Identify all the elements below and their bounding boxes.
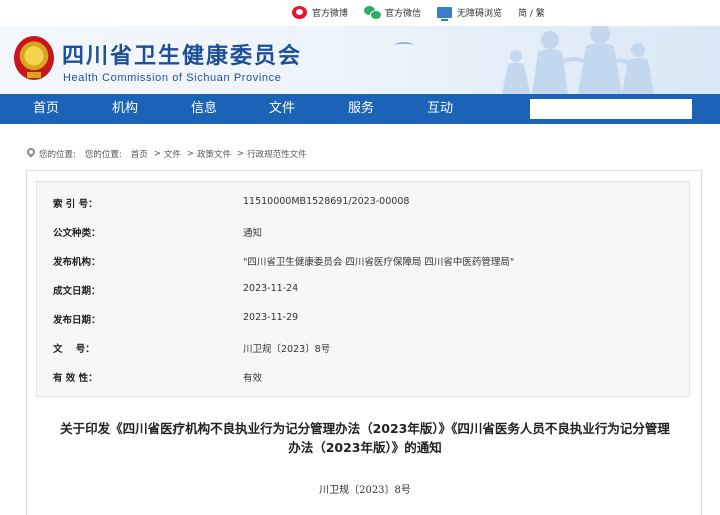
breadcrumb: 您的位置: 您的位置: 首页 > 文件 > 政策文件 > 行政规范性文件 — [26, 148, 310, 160]
site-title[interactable]: 四川省卫生健康委员会 — [62, 38, 302, 70]
metadata-row-index: 索 引 号： 11510000MB1528691/2023-00008 — [37, 188, 691, 217]
metadata-value: 2023-11-29 — [243, 312, 299, 323]
breadcrumb-item-home[interactable]: 首页 — [131, 148, 148, 160]
metadata-label: 公文种类： — [53, 228, 101, 239]
weibo-link-label: 官方微博 — [312, 9, 349, 19]
location-pin-icon — [26, 148, 36, 160]
document-metadata-table: 索 引 号： 11510000MB1528691/2023-00008 公文种类… — [36, 181, 690, 397]
metadata-label: 发布日期： — [53, 315, 101, 326]
bird-decoration — [395, 42, 413, 48]
national-emblem-logo — [14, 36, 54, 80]
metadata-label: 文 号： — [53, 344, 95, 355]
metadata-row-validity: 有 效 性： 有效 — [37, 362, 691, 391]
breadcrumb-item-normative-documents[interactable]: 行政规范性文件 — [247, 148, 307, 160]
accessibility-link[interactable]: 无障碍浏览 — [437, 6, 503, 21]
metadata-label: 成文日期： — [53, 286, 101, 297]
accessibility-icon — [437, 7, 453, 21]
nav-item-organization[interactable]: 机构 — [95, 94, 155, 124]
metadata-value: "四川省卫生健康委员会 四川省医疗保障局 四川省中医药管理局" — [243, 257, 515, 268]
metadata-row-publish-date: 发布日期： 2023-11-29 — [37, 304, 691, 333]
site-banner: 四川省卫生健康委员会 Health Commission of Sichuan … — [0, 26, 720, 94]
metadata-value: 川卫规〔2023〕8号 — [243, 344, 331, 355]
breadcrumb-separator: > — [153, 149, 161, 159]
weibo-link[interactable]: 官方微博 — [292, 6, 348, 19]
nav-item-interaction[interactable]: 互动 — [410, 94, 470, 124]
document-number: 川卫规〔2023〕8号 — [319, 485, 411, 496]
metadata-value: 有效 — [243, 373, 263, 384]
metadata-label: 索 引 号： — [53, 199, 98, 210]
metadata-row-written-date: 成文日期： 2023-11-24 — [37, 275, 691, 304]
metadata-value: 11510000MB1528691/2023-00008 — [243, 196, 410, 207]
nav-item-home[interactable]: 首页 — [16, 94, 76, 124]
site-subtitle: Health Commission of Sichuan Province — [63, 72, 282, 84]
nav-item-documents[interactable]: 文件 — [252, 94, 312, 124]
language-switch-label: 简 / 繁 — [518, 9, 545, 19]
language-switch[interactable]: 简 / 繁 — [518, 6, 545, 19]
top-utility-bar: 官方微博 官方微信 无障碍浏览 简 / 繁 — [0, 0, 720, 26]
breadcrumb-separator: > — [186, 149, 195, 159]
family-silhouette-decoration — [502, 26, 654, 94]
breadcrumb-separator: > — [237, 149, 245, 159]
wechat-icon — [364, 6, 383, 20]
metadata-value: 通知 — [243, 228, 263, 239]
wechat-link-label: 官方微信 — [385, 9, 422, 19]
metadata-label: 有 效 性： — [53, 373, 98, 384]
content-frame: 索 引 号： 11510000MB1528691/2023-00008 公文种类… — [26, 170, 702, 515]
metadata-value: 2023-11-24 — [243, 283, 299, 294]
accessibility-link-label: 无障碍浏览 — [457, 9, 503, 19]
document-title-line: 办法（2023年版）》的通知 — [288, 440, 442, 455]
nav-item-information[interactable]: 信息 — [174, 94, 234, 124]
metadata-row-doc-type: 公文种类： 通知 — [37, 217, 691, 246]
wechat-link[interactable]: 官方微信 — [364, 6, 422, 20]
search-input[interactable] — [530, 99, 692, 119]
document-title: 关于印发《四川省医疗机构不良执业行为记分管理办法（2023年版）》《四川省医务人… — [41, 419, 689, 457]
metadata-label: 发布机构： — [53, 257, 101, 268]
metadata-row-doc-number: 文 号： 川卫规〔2023〕8号 — [37, 333, 691, 362]
document-title-line: 关于印发《四川省医疗机构不良执业行为记分管理办法（2023年版）》《四川省医务人… — [60, 421, 670, 436]
top-links: 官方微博 官方微信 无障碍浏览 简 / 繁 — [292, 6, 561, 21]
weibo-icon — [292, 6, 307, 19]
breadcrumb-prefix-repeat: 您的位置: — [84, 150, 122, 160]
breadcrumb-item-policy-documents[interactable]: 政策文件 — [197, 148, 231, 160]
nav-item-services[interactable]: 服务 — [331, 94, 391, 124]
main-nav: 首页 机构 信息 文件 服务 互动 — [0, 94, 720, 124]
metadata-row-issuer: 发布机构： "四川省卫生健康委员会 四川省医疗保障局 四川省中医药管理局" — [37, 246, 691, 275]
breadcrumb-item-documents[interactable]: 文件 — [164, 148, 181, 160]
breadcrumb-prefix: 您的位置: — [39, 150, 76, 160]
